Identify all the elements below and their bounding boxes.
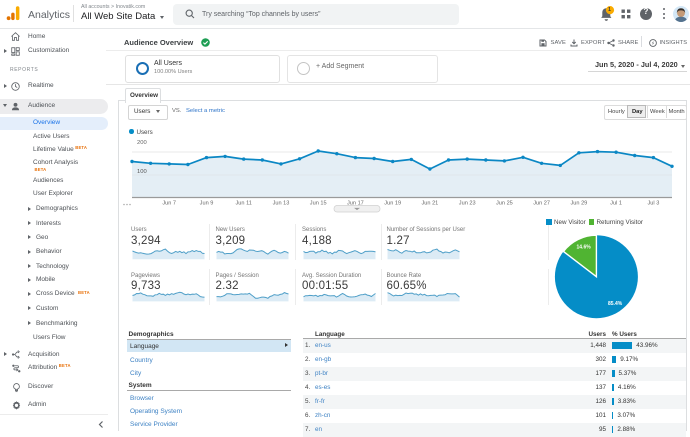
svg-text:Jun 19: Jun 19 (384, 200, 401, 206)
svg-text:Jun 25: Jun 25 (496, 200, 513, 206)
svg-text:Jun 29: Jun 29 (571, 200, 588, 206)
svg-text:Jul 3: Jul 3 (647, 200, 659, 206)
svg-text:85.4%: 85.4% (608, 301, 623, 307)
svg-text:14.6%: 14.6% (577, 245, 592, 251)
svg-text:Jun 15: Jun 15 (310, 200, 327, 206)
svg-text:Jun 23: Jun 23 (459, 200, 476, 206)
svg-text:Jun 21: Jun 21 (422, 200, 439, 206)
svg-text:200: 200 (137, 140, 147, 146)
svg-text:Jun 13: Jun 13 (273, 200, 290, 206)
svg-text:Jul 1: Jul 1 (610, 200, 622, 206)
svg-text:100: 100 (137, 169, 147, 175)
svg-text:Jun 7: Jun 7 (162, 200, 176, 206)
svg-text:Jun 27: Jun 27 (533, 200, 550, 206)
svg-text:Jun 9: Jun 9 (200, 200, 214, 206)
svg-text:Jun 11: Jun 11 (236, 200, 252, 206)
